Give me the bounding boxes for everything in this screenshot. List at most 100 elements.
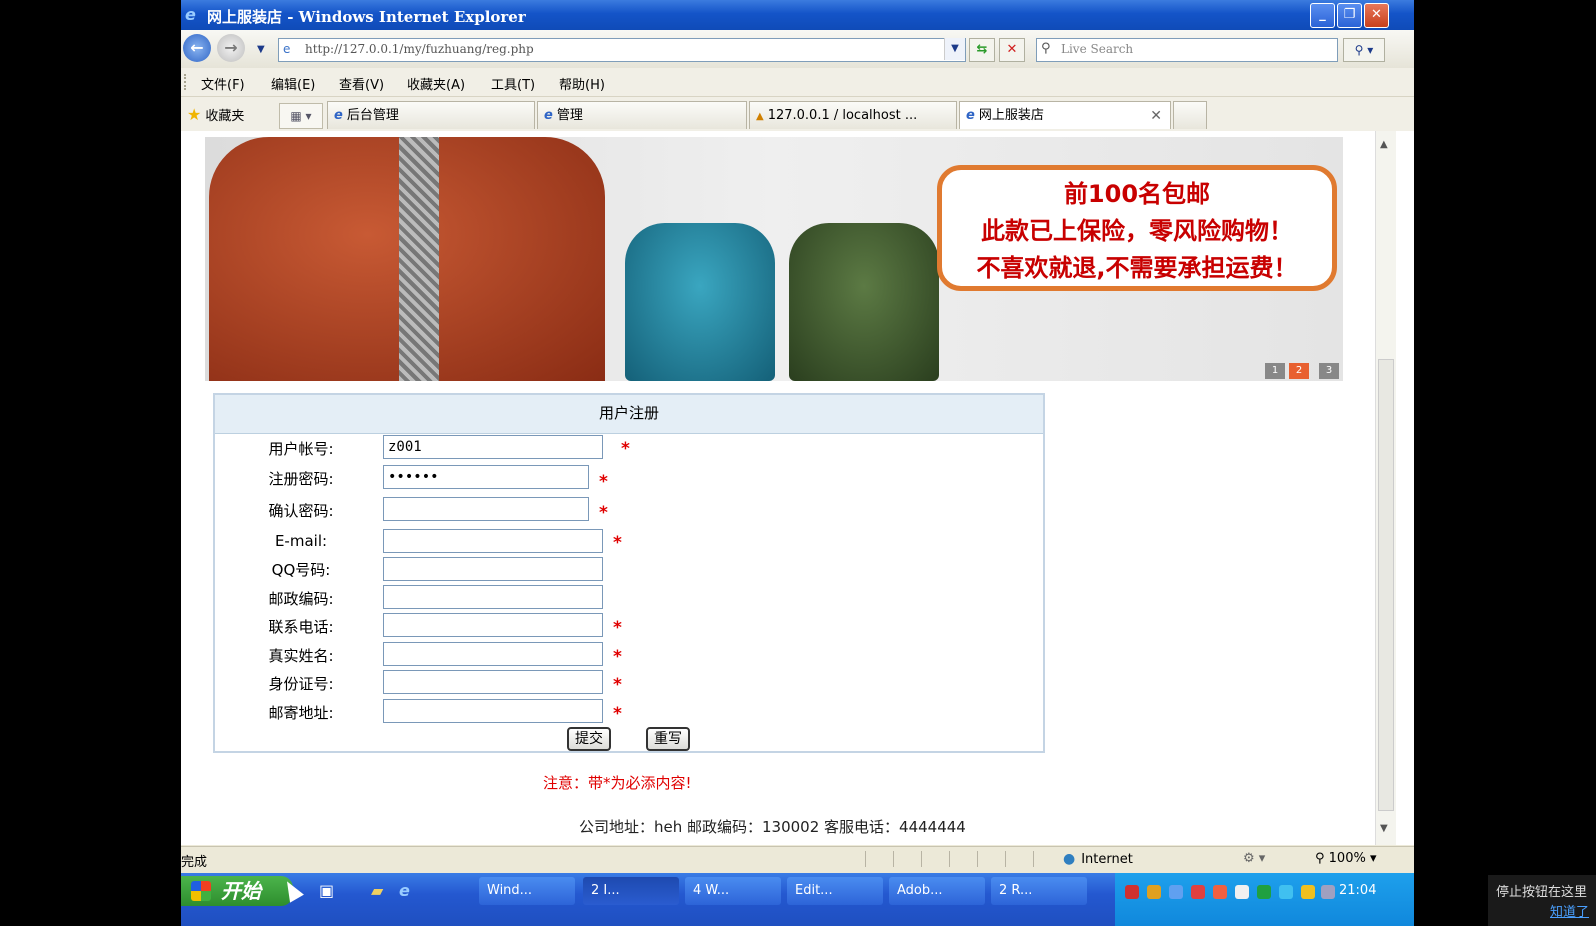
task-explorer[interactable]: 4 W... xyxy=(685,877,781,905)
tab-manage[interactable]: e 管理 xyxy=(537,101,747,129)
close-button[interactable]: ✕ xyxy=(1364,3,1389,28)
ie-quicklaunch-icon[interactable]: e xyxy=(399,881,410,900)
notification-text: 停止按钮在这里 xyxy=(1496,885,1588,900)
tray-icon[interactable] xyxy=(1257,885,1271,899)
postcode-input[interactable] xyxy=(383,585,603,609)
menu-grip xyxy=(184,74,188,90)
vertical-scrollbar[interactable]: ▲ ▼ xyxy=(1375,131,1396,845)
zoom-level: 100% xyxy=(1328,851,1366,866)
forward-button[interactable]: → xyxy=(217,34,245,62)
password-input[interactable] xyxy=(383,465,589,489)
scroll-up-icon[interactable]: ▲ xyxy=(1380,139,1388,150)
reset-button[interactable]: 重写 xyxy=(646,727,690,751)
tray-icon[interactable] xyxy=(1321,885,1335,899)
new-tab-button[interactable] xyxy=(1173,101,1207,129)
label-username: 用户帐号: xyxy=(268,440,334,458)
promo-box: 前100名包邮 此款已上保险，零风险购物！ 不喜欢就退,不需要承担运费！ xyxy=(937,165,1337,291)
tray-icon[interactable] xyxy=(1301,885,1315,899)
task-word[interactable]: 2 R... xyxy=(991,877,1087,905)
refresh-button[interactable]: ⇆ xyxy=(969,38,995,62)
slide-2-button[interactable]: 2 xyxy=(1289,363,1309,379)
task-editplus[interactable]: Edit... xyxy=(787,877,883,905)
tab-backend[interactable]: e 后台管理 xyxy=(327,101,535,129)
task-ie[interactable]: 2 I... xyxy=(583,877,679,905)
menu-view[interactable]: 查看(V) xyxy=(339,74,384,93)
tray-icon[interactable] xyxy=(1191,885,1205,899)
tray-icon[interactable] xyxy=(1125,885,1139,899)
required-mark: * xyxy=(613,618,622,638)
required-mark: * xyxy=(613,533,622,553)
confirm-password-input[interactable] xyxy=(383,497,589,521)
protected-mode-icon[interactable]: ⚙ ▾ xyxy=(1243,851,1265,866)
qq-input[interactable] xyxy=(383,557,603,581)
scroll-thumb[interactable] xyxy=(1378,359,1394,811)
menu-edit[interactable]: 编辑(E) xyxy=(271,74,315,93)
windows-flag-icon xyxy=(191,881,211,901)
address-input[interactable] xyxy=(383,699,603,723)
url-field[interactable]: e http://127.0.0.1/my/fuzhuang/reg.php xyxy=(278,38,966,62)
task-windows[interactable]: Wind... xyxy=(479,877,575,905)
page-content: 前100名包邮 此款已上保险，零风险购物！ 不喜欢就退,不需要承担运费！ 1 2… xyxy=(181,131,1414,845)
status-bar: 完成 ● Internet ⚙ ▾ ⚲ 100% ▾ xyxy=(181,846,1414,871)
menu-tools[interactable]: 工具(T) xyxy=(491,74,535,93)
star-icon: ★ xyxy=(187,105,202,124)
tab-phpmyadmin[interactable]: ▲ 127.0.0.1 / localhost ... xyxy=(749,101,957,129)
menu-favorites[interactable]: 收藏夹(A) xyxy=(407,74,465,93)
start-button[interactable]: 开始 xyxy=(181,876,293,906)
label-password: 注册密码: xyxy=(268,470,334,488)
slide-1-button[interactable]: 1 xyxy=(1265,363,1285,379)
history-dropdown-icon[interactable]: ▼ xyxy=(257,44,265,55)
search-go-button[interactable]: ⚲ ▾ xyxy=(1343,38,1385,62)
label-phone: 联系电话: xyxy=(268,618,334,636)
search-icon: ⚲ xyxy=(1041,41,1051,56)
search-input[interactable]: ⚲ Live Search xyxy=(1036,38,1338,62)
taskbar: 开始 ▣ ▰ e Wind... 2 I... 4 W... Edit... A… xyxy=(181,873,1414,926)
footer-info: 公司地址：heh 邮政编码：130002 客服电话：4444444 xyxy=(579,818,966,836)
submit-button[interactable]: 提交 xyxy=(567,727,611,751)
label-idcard: 身份证号: xyxy=(268,675,334,693)
tab-shop[interactable]: e 网上服装店 ✕ xyxy=(959,101,1171,129)
minimize-button[interactable]: _ xyxy=(1310,3,1335,28)
maximize-button[interactable]: ❐ xyxy=(1337,3,1362,28)
favorites-label: 收藏夹 xyxy=(205,109,245,124)
ie-page-icon: e xyxy=(334,108,343,123)
url-text[interactable]: http://127.0.0.1/my/fuzhuang/reg.php xyxy=(305,42,534,56)
task-dreamweaver[interactable]: Adob... xyxy=(889,877,985,905)
tray-icon[interactable] xyxy=(1279,885,1293,899)
menu-file[interactable]: 文件(F) xyxy=(201,74,245,93)
stop-button[interactable]: ✕ xyxy=(999,38,1025,62)
zoom-control[interactable]: ⚲ 100% ▾ xyxy=(1315,851,1377,866)
tray-icon[interactable] xyxy=(1169,885,1183,899)
tray-icon[interactable] xyxy=(1147,885,1161,899)
show-desktop-icon[interactable]: ▣ xyxy=(319,881,334,900)
tray-icon[interactable] xyxy=(1213,885,1227,899)
required-mark: * xyxy=(621,439,630,459)
globe-icon: ● xyxy=(1063,851,1076,867)
tab-label: 后台管理 xyxy=(346,108,399,123)
tabs-bar: ★ 收藏夹 ▦ ▾ e 后台管理 e 管理 ▲ 127.0.0.1 / localhos… xyxy=(181,97,1414,132)
required-mark: * xyxy=(613,647,622,667)
folder-icon[interactable]: ▰ xyxy=(371,881,383,900)
banner-image: 前100名包邮 此款已上保险，零风险购物！ 不喜欢就退,不需要承担运费！ 1 2… xyxy=(205,137,1343,381)
tab-close-icon[interactable]: ✕ xyxy=(1150,102,1162,129)
notification-link[interactable]: 知道了 xyxy=(1550,901,1589,920)
promo-line3: 不喜欢就退,不需要承担运费！ xyxy=(976,254,1298,282)
phone-input[interactable] xyxy=(383,613,603,637)
url-dropdown-icon[interactable]: ▼ xyxy=(944,38,965,60)
tray-icon[interactable] xyxy=(1235,885,1249,899)
label-realname: 真实姓名: xyxy=(268,647,334,665)
quick-tabs-button[interactable]: ▦ ▾ xyxy=(279,103,323,129)
address-bar: ← → ▼ e http://127.0.0.1/my/fuzhuang/reg… xyxy=(181,30,1414,68)
scroll-down-icon[interactable]: ▼ xyxy=(1380,823,1388,834)
jacket-teal-image xyxy=(625,223,775,381)
menu-help[interactable]: 帮助(H) xyxy=(559,74,605,93)
promo-line2: 此款已上保险，零风险购物！ xyxy=(981,217,1293,245)
required-mark: * xyxy=(613,704,622,724)
favorites-button[interactable]: ★ 收藏夹 xyxy=(187,105,244,124)
slide-3-button[interactable]: 3 xyxy=(1319,363,1339,379)
realname-input[interactable] xyxy=(383,642,603,666)
username-input[interactable] xyxy=(383,435,603,459)
email-input[interactable] xyxy=(383,529,603,553)
idcard-input[interactable] xyxy=(383,670,603,694)
back-button[interactable]: ← xyxy=(183,34,211,62)
